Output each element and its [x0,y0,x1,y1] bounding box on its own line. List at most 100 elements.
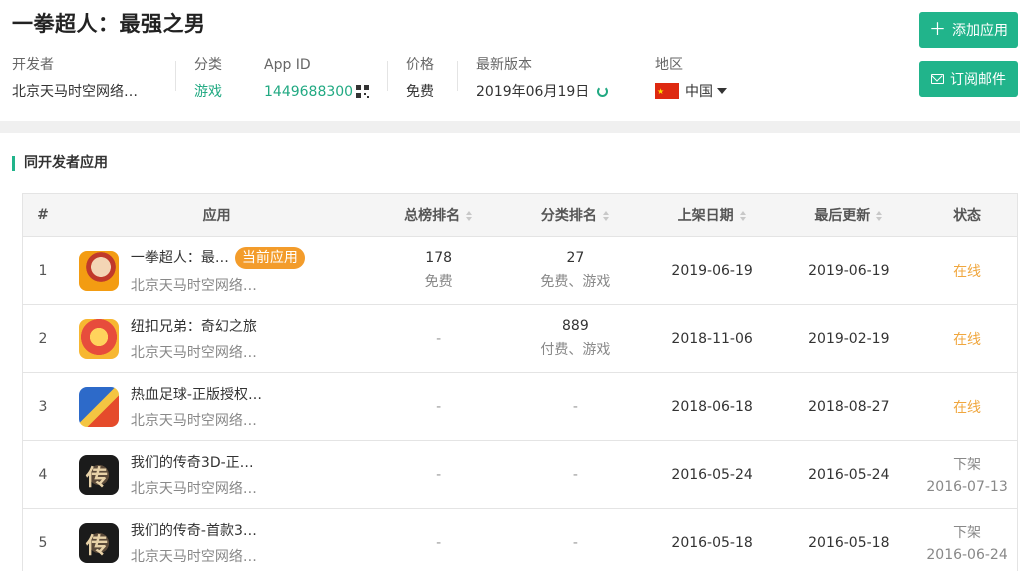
app-icon[interactable] [78,522,119,563]
row-rank: - [436,534,442,551]
qr-code-icon[interactable] [356,85,370,98]
app-name[interactable]: 纽扣兄弟：奇幻之旅 [131,316,257,336]
app-icon[interactable] [78,250,119,291]
status-date: 2016-07-13 [926,479,1008,495]
row-rank: - [436,398,442,415]
row-rank: 178 免费 [370,250,507,291]
divider [175,61,176,91]
header-release[interactable]: 上架日期 [644,205,781,225]
header-status: 状态 [953,208,982,224]
row-num: 2 [38,330,48,347]
header-num: # [37,207,49,223]
meta-version: 最新版本 2019年06月19日 [476,55,609,102]
header-app: 应用 [202,208,231,224]
rank-value: 178 [425,250,453,266]
row-status: 在线 [953,263,982,280]
table-row[interactable]: 2 纽扣兄弟：奇幻之旅 北京天马时空网络… - 889 付费、游戏 2018-11… [23,305,1017,373]
app-icon[interactable] [78,454,119,495]
row-num: 1 [38,262,48,279]
meta-category: 分类 游戏 [194,55,222,102]
region-value: 中国 [685,84,713,100]
status-value: 下架 [953,525,982,541]
row-app: 我们的传奇3D-正… 北京天马时空网络… [63,452,370,498]
developer-label: 开发者 [12,57,54,73]
row-status: 下架 2016-06-24 [917,522,1017,563]
app-developer[interactable]: 北京天马时空网络… [131,275,305,295]
add-app-label: 添加应用 [952,23,1008,39]
row-update: 2018-08-27 [808,398,890,415]
row-cat-rank: - [572,398,578,415]
header-rank[interactable]: 总榜排名 [370,205,507,225]
table-row[interactable]: 3 热血足球-正版授权… 北京天马时空网络… - - 2018-06-18 20… [23,373,1017,441]
meta-appid: App ID 1449688300 [264,55,370,102]
header-cat-label: 分类排名 [540,208,597,224]
sort-icon [739,211,747,221]
row-release: 2018-11-06 [671,330,753,347]
version-label: 最新版本 [476,57,532,73]
region-select[interactable]: 中国 [655,82,727,102]
refresh-icon[interactable] [597,86,609,97]
divider [387,61,388,91]
row-rank: - [436,330,442,347]
row-release: 2019-06-19 [671,262,753,279]
developer-value[interactable]: 北京天马时空网络… [12,82,138,102]
row-update: 2016-05-24 [808,466,890,483]
version-value: 2019年06月19日 [476,84,590,100]
app-name[interactable]: 我们的传奇3D-正… [131,452,257,472]
app-developer[interactable]: 北京天马时空网络… [131,342,257,362]
row-release: 2018-06-18 [671,398,753,415]
row-release: 2016-05-18 [671,534,753,551]
same-developer-table: # 应用 总榜排名 分类排名 上架日期 最后更新 状态 1 一拳超人：最… 当前应… [22,193,1018,571]
header-rank-label: 总榜排名 [404,208,461,224]
header-update[interactable]: 最后更新 [780,205,917,225]
app-developer[interactable]: 北京天马时空网络… [131,410,262,430]
plus-icon: ＋ [929,19,946,40]
app-icon[interactable] [78,318,119,359]
row-update: 2019-06-19 [808,262,890,279]
row-num: 3 [38,398,48,415]
header-cat-rank[interactable]: 分类排名 [507,205,644,225]
app-icon[interactable] [78,386,119,427]
page-title: 一拳超人：最强之男 [12,12,206,36]
rank-sub: 免费 [424,274,453,290]
status-value: 下架 [953,457,982,473]
appid-row: 1449688300 [264,82,370,102]
meta-developer: 开发者 北京天马时空网络… [12,55,138,102]
divider [457,61,458,91]
cat-rank-value: 27 [566,250,585,266]
table-row[interactable]: 4 我们的传奇3D-正… 北京天马时空网络… - - 2016-05-24 20… [23,441,1017,509]
row-app: 热血足球-正版授权… 北京天马时空网络… [63,384,370,430]
row-update: 2016-05-18 [808,534,890,551]
app-name[interactable]: 我们的传奇-首款3… [131,520,257,540]
section-separator [0,121,1020,133]
row-app: 纽扣兄弟：奇幻之旅 北京天马时空网络… [63,316,370,362]
meta-region: 地区 中国 [655,55,727,102]
add-app-button[interactable]: ＋ 添加应用 [919,12,1018,48]
appid-value[interactable]: 1449688300 [264,84,353,100]
app-developer[interactable]: 北京天马时空网络… [131,478,257,498]
subscribe-label: 订阅邮件 [950,72,1006,88]
app-name[interactable]: 热血足球-正版授权… [131,384,262,404]
chevron-down-icon [717,88,727,94]
row-cat-rank: - [572,534,578,551]
china-flag-icon [655,82,679,102]
category-value[interactable]: 游戏 [194,82,222,102]
version-row: 2019年06月19日 [476,82,609,102]
table-header: # 应用 总榜排名 分类排名 上架日期 最后更新 状态 [23,194,1017,237]
meta-price: 价格 免费 [406,55,434,102]
row-cat-rank: 889 付费、游戏 [507,318,644,359]
app-name[interactable]: 一拳超人：最… [131,250,229,266]
cat-rank-value: 889 [562,318,589,334]
table-row[interactable]: 5 我们的传奇-首款3… 北京天马时空网络… - - 2016-05-18 20… [23,509,1017,571]
row-cat-rank: - [572,466,578,483]
row-release: 2016-05-24 [671,466,753,483]
header-update-label: 最后更新 [814,208,871,224]
subscribe-email-button[interactable]: 订阅邮件 [919,61,1018,97]
section-title: 同开发者应用 [12,156,108,171]
current-app-badge: 当前应用 [234,246,305,269]
sort-icon [466,211,473,221]
row-app: 我们的传奇-首款3… 北京天马时空网络… [63,520,370,566]
app-developer[interactable]: 北京天马时空网络… [131,546,257,566]
table-row[interactable]: 1 一拳超人：最… 当前应用 北京天马时空网络… 178 免费 27 免费、游戏 20… [23,237,1017,305]
row-status: 在线 [953,331,982,348]
